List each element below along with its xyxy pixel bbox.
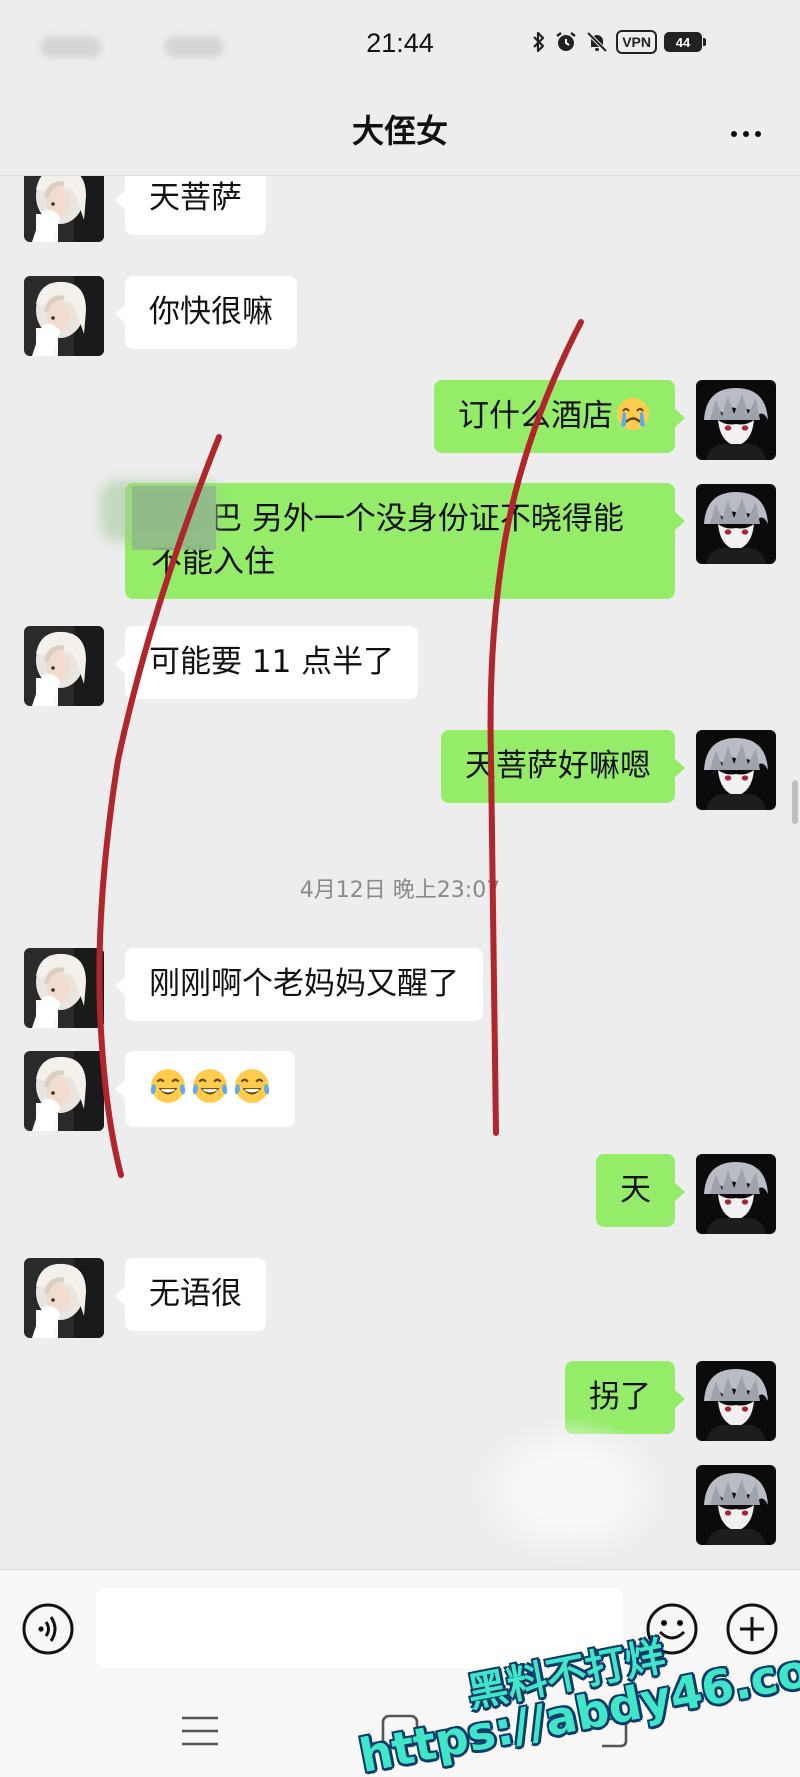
chat-title: 大侄女 — [351, 112, 448, 150]
more-button[interactable] — [722, 114, 770, 154]
battery-icon: 44 — [664, 32, 706, 52]
contact-avatar[interactable] — [24, 626, 104, 706]
sent-message[interactable]: 天菩萨好嘛嗯 — [441, 730, 685, 803]
sent-message[interactable]: 天 — [596, 1154, 685, 1227]
contact-avatar[interactable] — [24, 1258, 104, 1338]
self-avatar[interactable] — [696, 730, 776, 810]
contact-avatar[interactable] — [24, 948, 104, 1028]
self-avatar[interactable] — [696, 484, 776, 564]
tears-of-joy-emoji — [233, 1067, 271, 1105]
status-icons: VPN 44 — [531, 30, 706, 54]
contact-avatar[interactable] — [24, 276, 104, 356]
more-icon — [731, 131, 737, 137]
message-timestamp: 4月12日 晚上23:07 — [299, 878, 501, 903]
contact-avatar[interactable] — [24, 1051, 104, 1131]
plus-button[interactable] — [725, 1602, 779, 1656]
self-avatar[interactable] — [696, 1154, 776, 1234]
tears-of-joy-emoji — [191, 1067, 229, 1105]
received-message[interactable]: 无语很 — [115, 1258, 266, 1331]
more-icon-dot — [743, 131, 749, 137]
received-message[interactable]: 你快很嘛 — [115, 276, 297, 349]
message-list[interactable]: 天菩萨 你快很嘛 订什么酒店 巴 另外一个没身份证不晓得能不能入住 可能要 11… — [0, 176, 800, 1569]
self-avatar[interactable] — [696, 1465, 776, 1545]
alarm-icon — [556, 32, 576, 51]
received-message[interactable]: 可能要 11 点半了 — [114, 626, 419, 699]
status-bar: 21:44 VPN 44 — [0, 0, 800, 92]
bluetooth-icon — [533, 31, 545, 53]
message-text: 天菩萨 — [149, 180, 242, 216]
message-text: 刚刚啊个老妈妈又醒了 — [149, 966, 459, 1002]
message-text: 订什么酒店 — [458, 398, 613, 434]
message-text: 无语很 — [149, 1276, 242, 1312]
menu-icon[interactable] — [180, 1715, 220, 1747]
message-text: 天菩萨好嘛嗯 — [465, 748, 651, 784]
more-icon-dot — [755, 131, 761, 137]
self-avatar[interactable] — [696, 380, 776, 460]
mute-icon — [586, 31, 608, 53]
redaction-mosaic — [132, 486, 216, 550]
received-message[interactable]: 天菩萨 — [115, 176, 266, 235]
voice-button[interactable] — [21, 1602, 75, 1656]
chat-header: 大侄女 — [0, 92, 800, 176]
message-text: 你快很嘛 — [149, 294, 273, 330]
crying-face-emoji — [615, 396, 651, 432]
vpn-icon: VPN — [616, 30, 657, 54]
scroll-indicator[interactable] — [792, 780, 798, 824]
message-text: 可能要 11 点半了 — [149, 644, 395, 680]
message-text: 天 — [620, 1172, 651, 1208]
redacted-message — [470, 1416, 670, 1566]
message-text: 巴 另外一个没身份证不晓得能不能入住 — [151, 501, 624, 580]
sent-message[interactable]: 订什么酒店 — [434, 380, 685, 453]
self-avatar[interactable] — [696, 1361, 776, 1441]
contact-avatar[interactable] — [24, 176, 104, 242]
tears-of-joy-emoji — [149, 1067, 187, 1105]
received-message[interactable]: 刚刚啊个老妈妈又醒了 — [115, 948, 483, 1021]
received-message[interactable] — [115, 1051, 295, 1127]
message-text: 拐了 — [589, 1379, 651, 1415]
